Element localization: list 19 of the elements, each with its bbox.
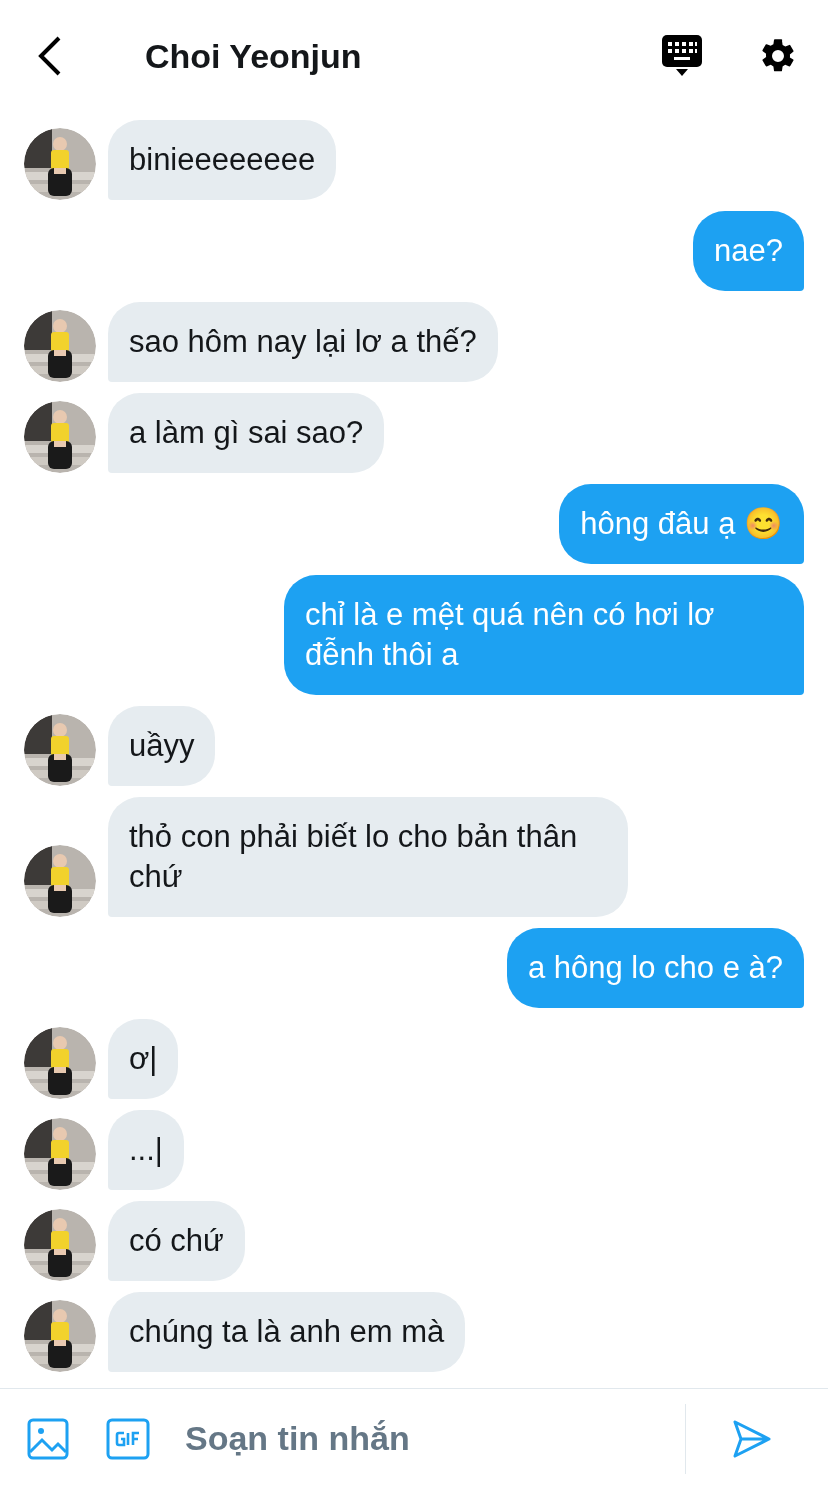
sent-message: chỉ là e mệt quá nên có hơi lơ đễnh thôi a (284, 575, 804, 695)
keyboard-icon[interactable] (662, 35, 702, 77)
received-message: uầyy (108, 706, 216, 786)
gif-icon[interactable] (106, 1417, 150, 1460)
sent-message: a hông lo cho e à? (506, 928, 804, 1008)
received-message: ơ| (108, 1019, 179, 1099)
received-message: có chứ (108, 1201, 245, 1281)
send-icon[interactable] (732, 1418, 772, 1459)
received-message: binieeeeeeee (108, 120, 337, 200)
sent-message: hông đâu ạ 😊 (559, 484, 804, 564)
received-message: thỏ con phải biết lo cho bản thân chứ (108, 797, 628, 917)
received-message: chúng ta là anh em mà (108, 1292, 466, 1372)
message-input[interactable]: Soạn tin nhắn (185, 1413, 665, 1464)
sent-message: nae? (693, 211, 804, 291)
image-icon[interactable] (27, 1417, 69, 1460)
received-message: a làm gì sai sao? (108, 393, 385, 473)
received-message: ...| (108, 1110, 184, 1190)
received-message: sao hôm nay lại lơ a thế? (108, 302, 498, 382)
conversation-title: Choi Yeonjun (145, 35, 362, 77)
